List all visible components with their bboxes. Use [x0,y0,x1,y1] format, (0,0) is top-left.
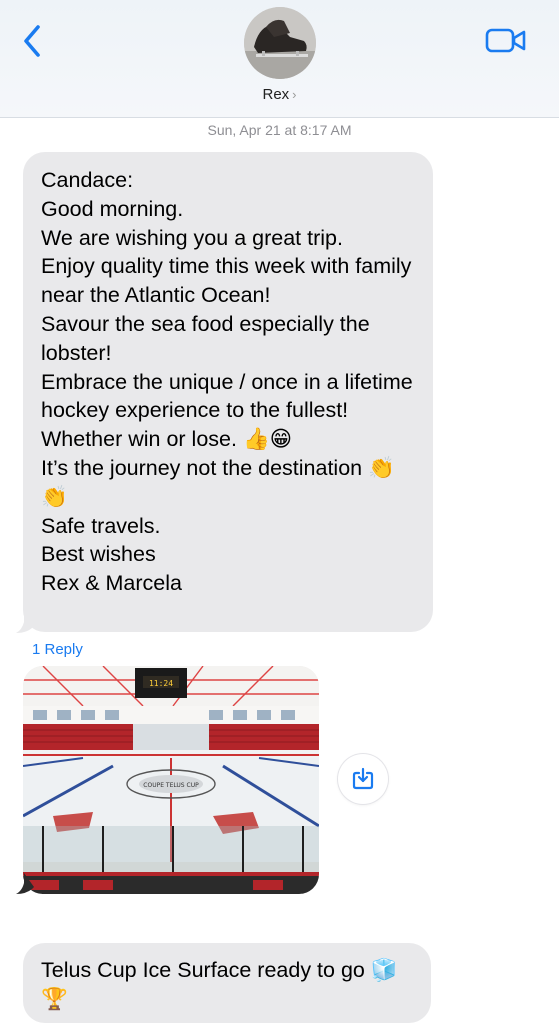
contact-name: Rex [262,86,290,103]
contact-avatar[interactable] [244,7,316,79]
bubble-tail [16,612,34,633]
chevron-left-icon [24,25,40,57]
save-photo-button[interactable] [338,754,388,804]
chevron-right-icon: › [292,87,297,102]
message-timestamp: Sun, Apr 21 at 8:17 AM [207,122,352,138]
facetime-video-button[interactable] [484,26,528,56]
photo-attachment[interactable]: 11:24 COUPE TELUS CUP [23,666,319,894]
message-text: Candace: Good morning. We are wishing yo… [41,168,413,596]
scoreboard-text: 11:24 [149,679,173,688]
message-text: Telus Cup Ice Surface ready to go 🧊🏆 [41,958,398,1011]
center-ice-logo: COUPE TELUS CUP [143,782,199,789]
message-bubble-incoming[interactable]: Telus Cup Ice Surface ready to go 🧊🏆 [23,943,431,1023]
conversation-header: Rex › [0,0,559,118]
message-bubble-incoming[interactable]: Candace: Good morning. We are wishing yo… [23,152,433,632]
reply-count-link[interactable]: 1 Reply [32,641,83,658]
back-button[interactable] [18,22,48,60]
bubble-tail [16,873,34,894]
save-download-icon [352,767,374,790]
skates-photo [244,7,316,79]
video-camera-icon [485,28,526,53]
arena-photo: 11:24 COUPE TELUS CUP [23,666,319,894]
contact-name-button[interactable]: Rex › [0,86,559,103]
